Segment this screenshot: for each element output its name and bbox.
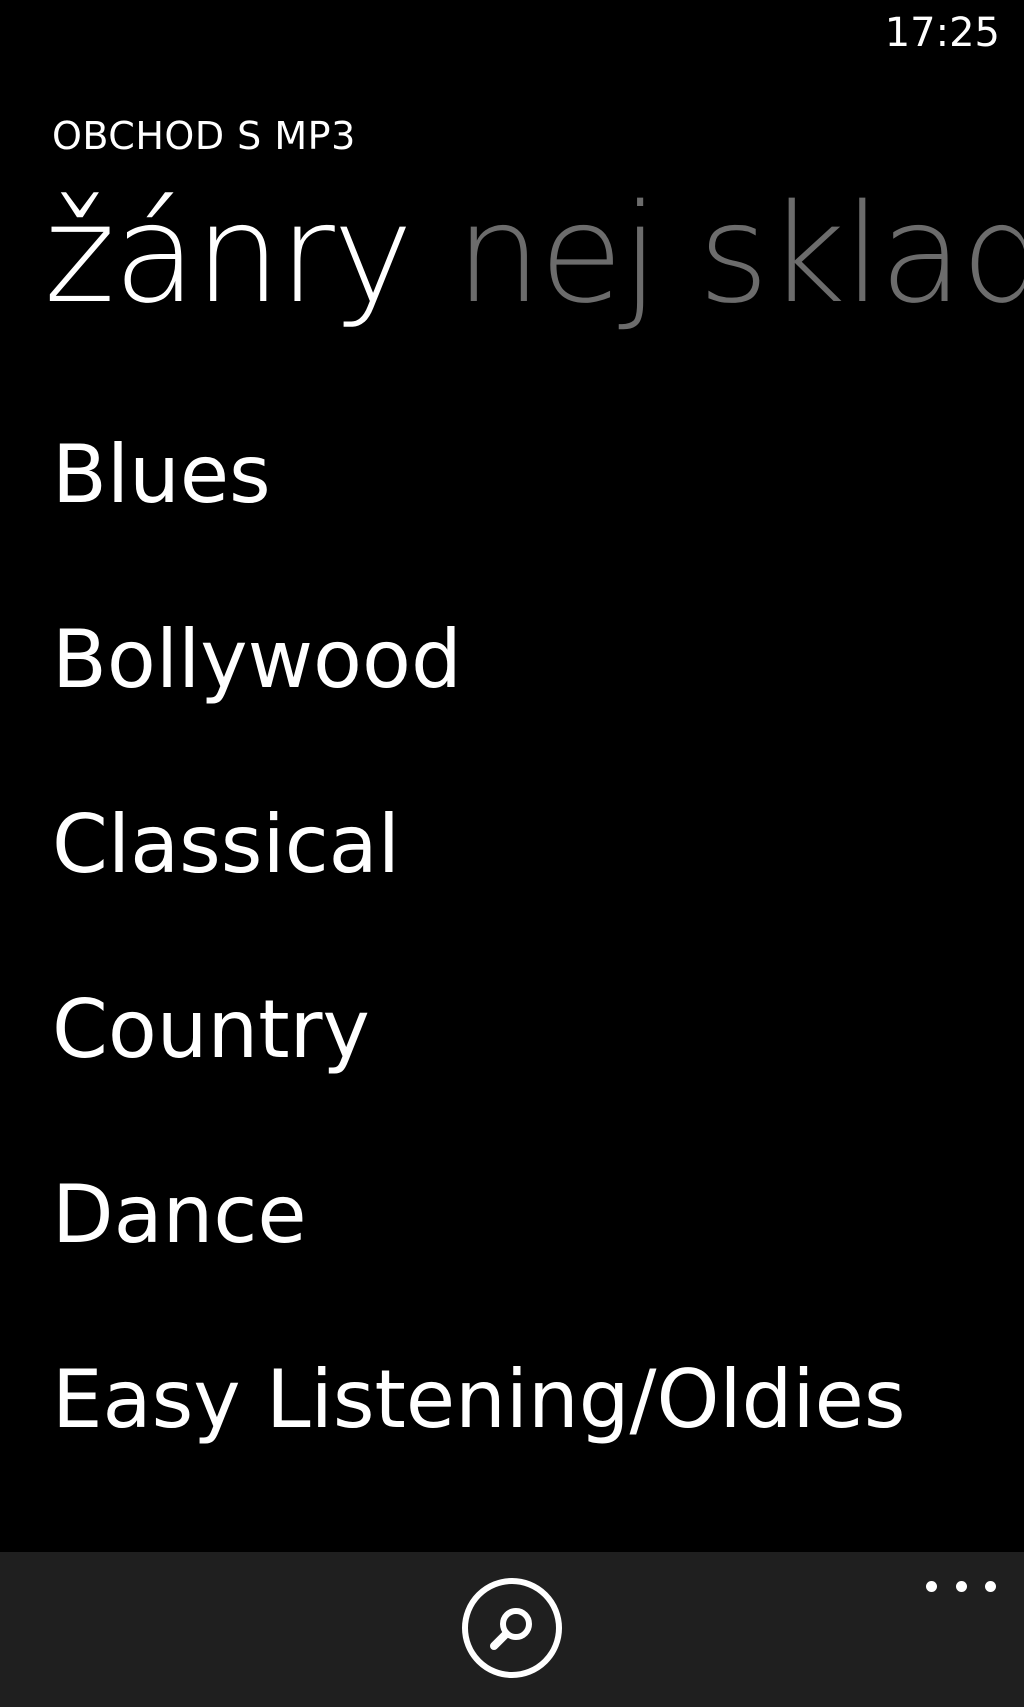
genre-item-blues[interactable]: Blues	[52, 425, 1024, 610]
more-icon	[955, 1580, 967, 1592]
pivot-tab-bestsellers[interactable]: nej sklad	[455, 170, 1024, 340]
pivot-header: žánry nej sklad	[44, 170, 1024, 340]
genre-item-classical[interactable]: Classical	[52, 795, 1024, 980]
app-title: OBCHOD S MP3	[52, 114, 356, 158]
search-button[interactable]	[462, 1578, 562, 1678]
genre-item-bollywood[interactable]: Bollywood	[52, 610, 1024, 795]
genre-item-easy-listening-oldies[interactable]: Easy Listening/Oldies	[52, 1350, 1024, 1535]
pivot-tab-genres[interactable]: žánry	[44, 170, 413, 340]
search-icon	[490, 1608, 532, 1650]
app-bar	[0, 1552, 1024, 1707]
status-time: 17:25	[884, 10, 1000, 56]
genre-item-dance[interactable]: Dance	[52, 1165, 1024, 1350]
more-button[interactable]	[926, 1566, 996, 1606]
more-icon	[985, 1580, 996, 1592]
more-icon	[926, 1580, 937, 1592]
genre-list: Blues Bollywood Classical Country Dance …	[52, 425, 1024, 1535]
genre-item-country[interactable]: Country	[52, 980, 1024, 1165]
